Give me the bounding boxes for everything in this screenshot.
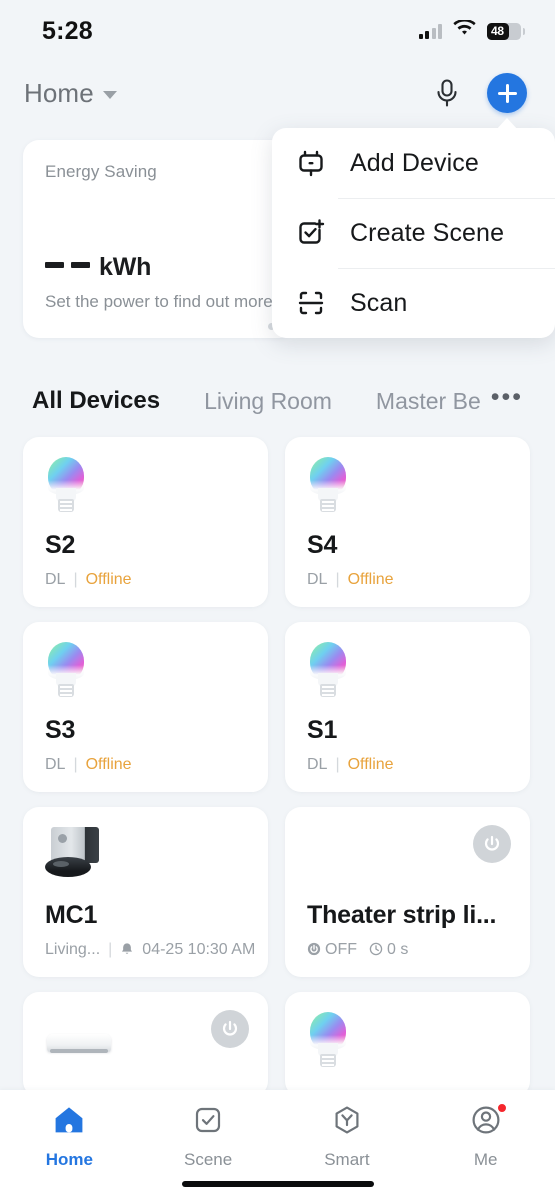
energy-card-value-row: kWh <box>45 253 151 282</box>
device-name: S1 <box>307 716 338 744</box>
device-card[interactable]: MC1 Living... | 04-25 10:30 AM <box>23 807 268 977</box>
home-selector-label: Home <box>24 77 94 108</box>
device-meta: OFF 0 s <box>307 941 408 959</box>
timer-icon <box>369 941 383 959</box>
home-selector[interactable]: Home <box>24 78 117 109</box>
app-header: Home <box>0 62 555 124</box>
device-name: S4 <box>307 531 338 559</box>
device-status: Offline <box>347 756 394 773</box>
bottom-navigation: Home Scene Smart Me <box>0 1090 555 1200</box>
energy-card-unit: kWh <box>99 253 152 281</box>
device-name: Theater strip li... <box>307 901 497 929</box>
menu-item-label: Scan <box>350 288 408 317</box>
device-meta: Living... | 04-25 10:30 AM <box>45 941 255 959</box>
nav-label: Scene <box>184 1150 233 1169</box>
room-tabs: All Devices Living Room Master Be ••• <box>0 378 555 424</box>
nav-item-me[interactable]: Me <box>416 1102 555 1170</box>
meta-separator: | <box>73 756 78 773</box>
device-card[interactable]: Theater strip li... OFF 0 s <box>285 807 530 977</box>
power-toggle-button[interactable] <box>473 825 511 863</box>
nav-item-home[interactable]: Home <box>0 1104 139 1170</box>
device-meta: DL | Offline <box>307 756 394 774</box>
device-name: S2 <box>45 531 76 559</box>
device-meta: DL | Offline <box>307 571 394 589</box>
device-card[interactable]: S4 DL | Offline <box>285 437 530 607</box>
device-status: Offline <box>85 756 132 773</box>
energy-card-subtitle: Set the power to find out more <box>45 292 273 311</box>
meta-separator: | <box>335 571 340 588</box>
status-bar-indicators: 48 <box>418 19 525 42</box>
device-card[interactable] <box>285 992 530 1097</box>
notification-badge <box>495 1102 508 1114</box>
alarm-icon <box>120 941 134 959</box>
device-meta: DL | Offline <box>45 756 132 774</box>
smart-icon <box>331 1104 363 1141</box>
device-card[interactable]: S1 DL | Offline <box>285 622 530 792</box>
status-bar-time: 5:28 <box>42 16 93 45</box>
menu-item-create-scene[interactable]: Create Scene <box>272 198 555 268</box>
battery-percent: 48 <box>491 24 504 38</box>
device-room: DL <box>45 756 66 773</box>
device-icon <box>294 146 328 180</box>
device-room: DL <box>45 571 66 588</box>
power-toggle-button[interactable] <box>211 1010 249 1048</box>
device-status: Offline <box>85 571 132 588</box>
add-scene-icon <box>294 216 328 250</box>
menu-pointer-arrow <box>496 118 518 130</box>
device-status: OFF <box>325 941 357 958</box>
wifi-icon <box>453 19 476 42</box>
nav-item-scene[interactable]: Scene <box>139 1104 278 1170</box>
tab-master-bedroom[interactable]: Master Be <box>376 388 481 415</box>
power-state-icon <box>307 941 321 959</box>
menu-item-add-device[interactable]: Add Device <box>272 128 555 198</box>
device-card[interactable]: S2 DL | Offline <box>23 437 268 607</box>
add-menu-popup: Add Device Create Scene Scan <box>272 128 555 338</box>
device-name: S3 <box>45 716 76 744</box>
status-bar: 5:28 48 <box>0 0 555 62</box>
nav-item-smart[interactable]: Smart <box>278 1104 417 1170</box>
cellular-signal-icon <box>418 23 442 39</box>
device-card[interactable]: S3 DL | Offline <box>23 622 268 792</box>
meta-separator: | <box>108 941 113 958</box>
energy-card-value <box>45 262 90 268</box>
device-status: Offline <box>347 571 394 588</box>
energy-card-title: Energy Saving <box>45 162 157 181</box>
battery-icon: 48 <box>487 22 525 40</box>
home-indicator <box>181 1181 374 1187</box>
tab-all-devices[interactable]: All Devices <box>32 387 160 415</box>
nav-label: Home <box>45 1150 93 1169</box>
header-actions <box>433 73 527 113</box>
meta-separator: | <box>335 756 340 773</box>
menu-item-label: Add Device <box>350 148 479 177</box>
nav-label: Me <box>473 1150 498 1169</box>
meta-separator: | <box>73 571 78 588</box>
home-icon <box>52 1104 86 1141</box>
device-timer: 0 s <box>387 941 409 958</box>
device-room: DL <box>307 571 328 588</box>
scan-icon <box>294 286 328 320</box>
device-status: 04-25 10:30 AM <box>142 941 256 958</box>
chevron-down-icon <box>102 91 117 99</box>
nav-label: Smart <box>324 1150 370 1169</box>
microphone-icon[interactable] <box>433 78 461 108</box>
energy-saving-card[interactable]: Energy Saving kWh Set the power to find … <box>23 140 295 338</box>
device-name: MC1 <box>45 901 98 929</box>
air-conditioner-icon <box>47 1034 111 1060</box>
device-card[interactable] <box>23 992 268 1097</box>
menu-item-scan[interactable]: Scan <box>272 268 555 338</box>
device-grid: S2 DL | Offline S4 DL | Offline S3 DL | … <box>23 437 535 1097</box>
device-room: DL <box>307 756 328 773</box>
tabs-more-button[interactable]: ••• <box>491 383 523 412</box>
tab-living-room[interactable]: Living Room <box>204 388 332 415</box>
menu-item-label: Create Scene <box>350 218 505 247</box>
add-button[interactable] <box>487 73 527 113</box>
device-room: Living... <box>45 941 101 958</box>
scene-icon <box>192 1104 224 1141</box>
device-meta: DL | Offline <box>45 571 132 589</box>
